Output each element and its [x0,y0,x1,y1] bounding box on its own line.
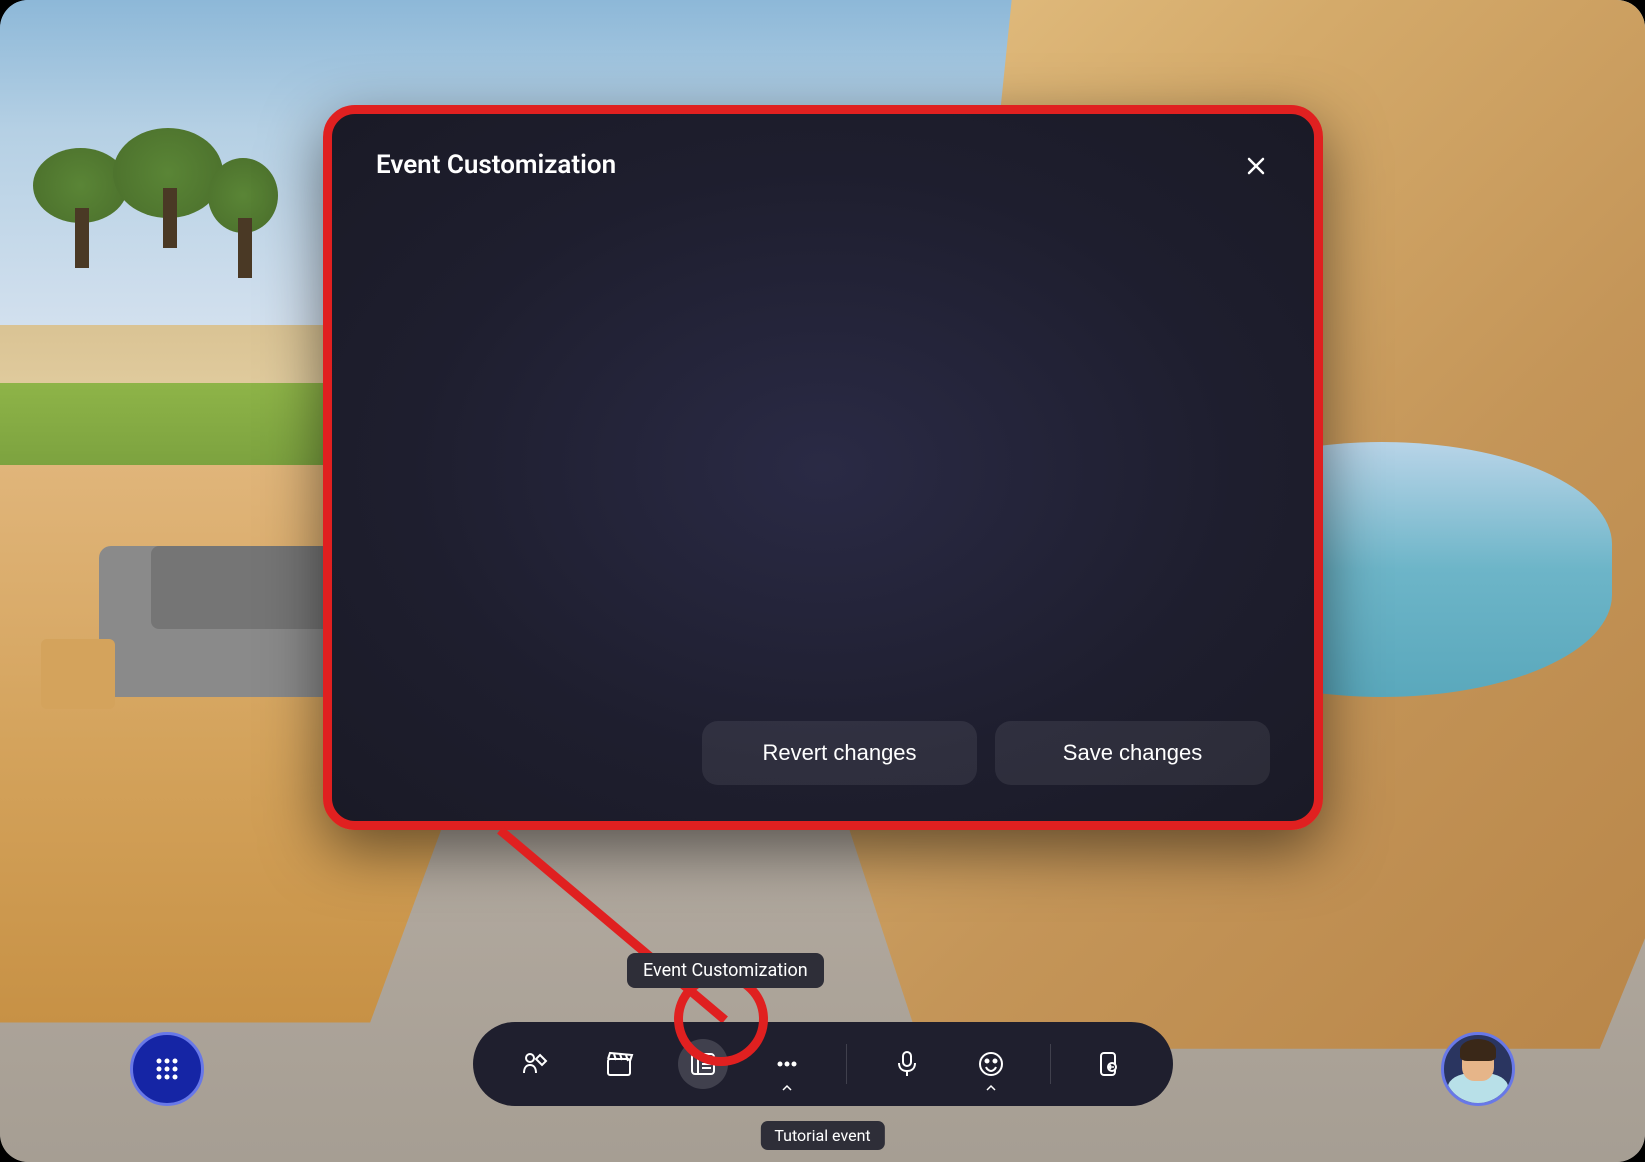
emoji-button[interactable] [966,1039,1016,1089]
more-icon [772,1049,802,1079]
customize-avatar-button[interactable] [510,1039,560,1089]
close-button[interactable] [1238,148,1274,184]
save-button[interactable]: Save changes [995,721,1270,785]
modal-title: Event Customization [376,150,1270,180]
event-customization-modal: Event Customization Revert changes Save … [323,105,1323,830]
user-avatar-button[interactable] [1441,1032,1515,1106]
caret-up-icon [781,1084,793,1095]
event-panel-icon [688,1049,718,1079]
emoji-icon [976,1049,1006,1079]
event-name-label: Tutorial event [760,1121,884,1150]
exit-icon [1095,1049,1125,1079]
caret-up-icon [985,1084,997,1095]
grid-icon [152,1054,182,1084]
app-window: Event Customization Revert changes Save … [0,0,1645,1162]
revert-button[interactable]: Revert changes [702,721,977,785]
bottom-toolbar [473,1022,1173,1106]
customize-avatar-icon [520,1049,550,1079]
clapperboard-icon [604,1049,634,1079]
side-table [41,639,115,709]
microphone-icon [892,1049,922,1079]
event-panel-button[interactable] [678,1039,728,1089]
app-menu-button[interactable] [130,1032,204,1106]
event-customization-tooltip: Event Customization [627,953,824,988]
close-icon [1244,154,1268,178]
avatar-hair [1460,1039,1496,1061]
clapperboard-button[interactable] [594,1039,644,1089]
toolbar-divider [1050,1044,1051,1084]
modal-button-row: Revert changes Save changes [702,721,1270,785]
more-button[interactable] [762,1039,812,1089]
exit-button[interactable] [1085,1039,1135,1089]
toolbar-divider [846,1044,847,1084]
microphone-button[interactable] [882,1039,932,1089]
